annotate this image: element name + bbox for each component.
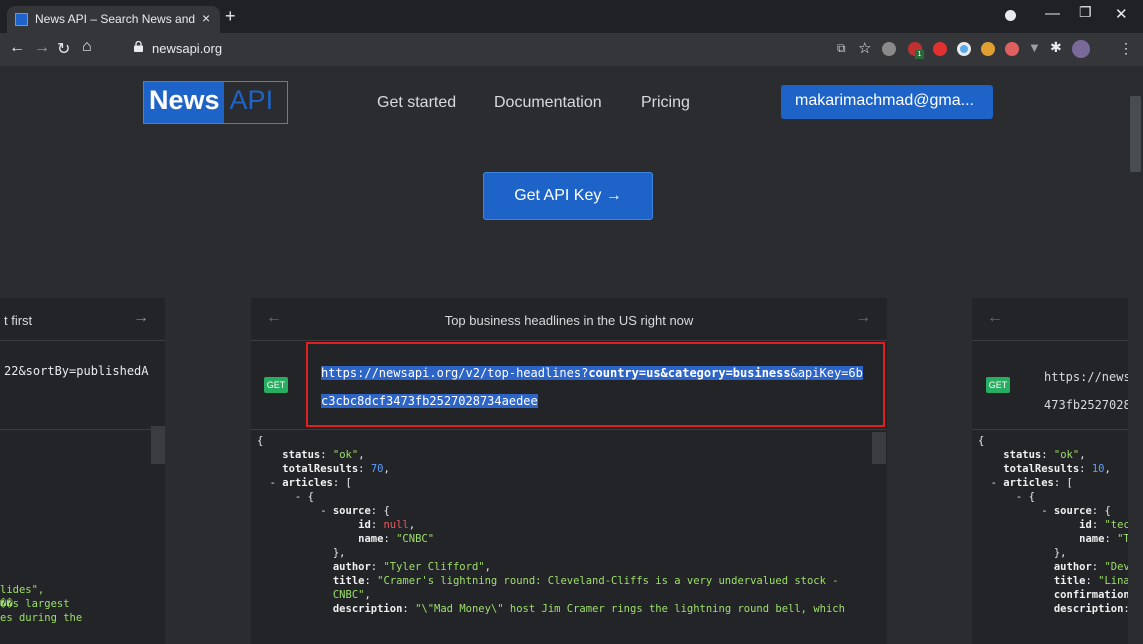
json-value: "\"Mad Money\" host Jim Cramer rings the… — [415, 603, 845, 615]
extension-ring-icon[interactable] — [957, 42, 971, 56]
nav-documentation[interactable]: Documentation — [494, 94, 602, 112]
lock-icon[interactable] — [134, 41, 143, 52]
example-card-center: ← Top business headlines in the US right… — [251, 298, 887, 644]
example-card-right: ← GET https://news 473fb2527028 { status… — [972, 298, 1128, 644]
back-icon[interactable]: ← — [9, 39, 25, 57]
newsapi-logo[interactable]: News API — [143, 81, 288, 124]
request-url-row: 22&sortBy=publishedA — [0, 341, 165, 430]
translate-icon[interactable]: ⧉ — [837, 41, 846, 56]
home-icon[interactable]: ⌂ — [82, 38, 92, 56]
get-method-badge: GET — [264, 377, 288, 393]
extension-glasses-icon[interactable] — [882, 42, 896, 56]
prev-arrow-icon[interactable]: ← — [987, 309, 1003, 327]
json-line: es during the — [0, 612, 83, 624]
forward-icon[interactable]: → — [34, 39, 50, 57]
json-key: id — [358, 519, 371, 531]
browser-menu-icon[interactable]: ⋮ — [1119, 40, 1133, 57]
response-scrollbar[interactable] — [872, 432, 886, 464]
next-arrow-icon[interactable]: → — [133, 309, 149, 327]
nav-get-started[interactable]: Get started — [377, 94, 456, 112]
json-value: null — [383, 519, 409, 531]
account-button[interactable]: makarimachmad@gma... — [781, 85, 993, 119]
page-scrollbar-thumb[interactable] — [1130, 96, 1141, 172]
browser-tab[interactable]: News API – Search News and Blo × — [7, 6, 220, 33]
logo-api-text: API — [223, 82, 279, 123]
browser-toolbar: ← → ↻ ⌂ newsapi.org ⧉ ☆ 1 ▼ ✱ ⋮ — [0, 33, 1143, 66]
card-header-title: Top business headlines in the US right n… — [444, 313, 694, 328]
json-value: "Te — [1117, 533, 1128, 545]
json-key: status — [282, 449, 321, 461]
json-value: "CNBC" — [396, 533, 435, 545]
json-line: lides", — [0, 584, 45, 596]
minimize-icon[interactable]: — — [1045, 5, 1060, 22]
json-value: "Dev — [1104, 561, 1128, 573]
json-key: source — [332, 505, 371, 517]
json-key: totalResults — [282, 463, 359, 475]
card-header: ← — [972, 298, 1128, 341]
request-url[interactable]: 22&sortBy=publishedA — [4, 364, 149, 378]
json-value: 10 — [1091, 463, 1105, 475]
get-method-badge: GET — [986, 377, 1010, 393]
address-bar[interactable]: newsapi.org — [152, 41, 222, 56]
response-scrollbar[interactable] — [151, 426, 165, 464]
json-key: confirmation — [1053, 589, 1128, 601]
url-apikey: &apiKey=6b — [790, 366, 863, 380]
json-key: author — [332, 561, 371, 573]
json-key: title — [332, 575, 365, 587]
example-card-left: t first → 22&sortBy=publishedA lides", �… — [0, 298, 165, 644]
extensions-puzzle-icon[interactable]: ✱ — [1050, 39, 1062, 56]
url-line: 473fb2527028 — [1044, 398, 1128, 412]
json-value: "Cramer's lightning round: Cleveland-Cli… — [377, 575, 839, 587]
tab-bar: News API – Search News and Blo × + — ❐ ✕ — [0, 0, 1143, 33]
json-key: name — [358, 533, 384, 545]
profile-avatar[interactable] — [1072, 40, 1090, 58]
logo-news-text: News — [144, 82, 224, 123]
tab-title: News API – Search News and Blo — [35, 12, 195, 26]
url-line: https://news — [1044, 370, 1128, 384]
profile-indicator-icon[interactable] — [1005, 10, 1016, 21]
json-key: description — [332, 603, 403, 615]
tab-close-icon[interactable]: × — [202, 10, 210, 26]
request-url-row: GET https://newsapi.org/v2/top-headlines… — [251, 341, 887, 430]
json-brace: { — [257, 435, 264, 447]
url-params: country=us&category=business — [588, 366, 791, 380]
extension-v-icon[interactable]: ▼ — [1028, 40, 1041, 55]
card-header-title: t first — [4, 313, 33, 328]
window-close-icon[interactable]: ✕ — [1115, 5, 1128, 23]
request-url[interactable]: https://news 473fb2527028 — [1044, 363, 1128, 419]
request-url-row: GET https://news 473fb2527028 — [972, 341, 1128, 430]
json-value: "Lina — [1098, 575, 1128, 587]
response-json: { status: "ok", totalResults: 70, - arti… — [257, 435, 845, 615]
url-apikey-cont: c3cbc8dcf3473fb2527028734aedee — [321, 394, 538, 408]
json-value: CNBC" — [332, 589, 365, 601]
restore-icon[interactable]: ❐ — [1079, 4, 1092, 21]
newsapi-favicon-icon — [15, 13, 28, 26]
json-value: "ok" — [1053, 449, 1080, 461]
extension-cookie-icon[interactable] — [981, 42, 995, 56]
next-arrow-icon[interactable]: → — [855, 309, 871, 327]
response-json-snippet: lides", ��s largest es during the — [0, 583, 82, 625]
card-header: t first → — [0, 298, 165, 341]
new-tab-button[interactable]: + — [225, 6, 236, 27]
url-base: https://newsapi.org/v2/top-headlines? — [321, 366, 589, 380]
get-api-key-button[interactable]: Get API Key → — [483, 172, 653, 220]
response-json: { status: "ok", totalResults: 10, - arti… — [978, 434, 1128, 616]
extension-adblock-icon[interactable] — [933, 42, 947, 56]
extension-count-badge: 1 — [915, 50, 924, 59]
request-url[interactable]: https://newsapi.org/v2/top-headlines?cou… — [321, 359, 863, 415]
json-line: ��s largest — [0, 598, 70, 610]
json-value: "Tyler Clifford" — [383, 561, 485, 573]
json-key: articles — [282, 477, 333, 489]
bookmark-star-icon[interactable]: ☆ — [858, 39, 871, 57]
nav-pricing[interactable]: Pricing — [641, 94, 690, 112]
card-header: ← Top business headlines in the US right… — [251, 298, 887, 341]
json-value: "ok" — [332, 449, 359, 461]
extension-face-icon[interactable] — [1005, 42, 1019, 56]
json-value: 70 — [370, 463, 384, 475]
reload-icon[interactable]: ↻ — [57, 39, 70, 59]
json-value: "tech — [1104, 519, 1128, 531]
